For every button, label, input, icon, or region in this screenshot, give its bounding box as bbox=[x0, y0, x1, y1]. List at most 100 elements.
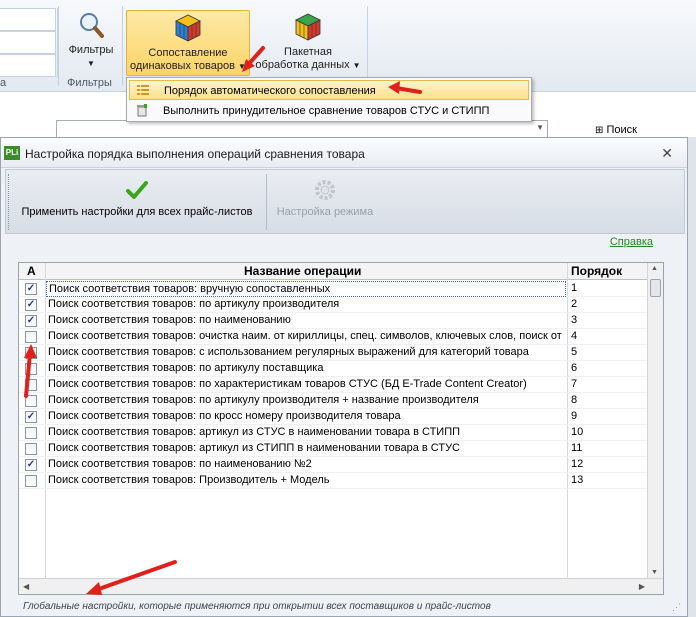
chevron-down-icon: ▼ bbox=[352, 61, 361, 70]
menu-item-force-compare[interactable]: Выполнить принудительное сравнение товар… bbox=[129, 101, 529, 121]
header-order[interactable]: Порядок bbox=[571, 264, 622, 278]
order-cell[interactable]: 13 bbox=[569, 473, 649, 488]
batch-button-label-line2: обработка данных bbox=[255, 59, 350, 71]
operation-name-cell[interactable]: Поиск соответствия товаров: артикул из С… bbox=[46, 425, 566, 441]
rubiks-cube-icon bbox=[175, 14, 201, 42]
dialog-titlebar[interactable]: PLi Настройка порядка выполнения операци… bbox=[1, 138, 687, 168]
resize-grip-icon[interactable]: ⋰ bbox=[672, 602, 681, 613]
header-operation-name[interactable]: Название операции bbox=[244, 264, 361, 278]
vertical-scrollbar[interactable]: ▲ ▼ bbox=[647, 263, 663, 578]
table-row[interactable]: ✓ Поиск соответствия товаров: по наименов… bbox=[19, 313, 649, 329]
mode-settings-button[interactable]: Настройка режима bbox=[270, 170, 380, 233]
operation-name-cell[interactable]: Поиск соответствия товаров: по артикулу … bbox=[46, 297, 566, 313]
order-cell[interactable]: 7 bbox=[569, 377, 649, 392]
table-row[interactable]: ✓ Поиск соответствия товаров: по кросс но… bbox=[19, 409, 649, 425]
scroll-right-icon[interactable]: ▶ bbox=[639, 582, 645, 591]
active-checkbox[interactable] bbox=[25, 379, 37, 391]
active-checkbox[interactable] bbox=[25, 427, 37, 439]
table-row[interactable]: Поиск соответствия товаров: очистка наим… bbox=[19, 329, 649, 345]
table-row[interactable]: Поиск соответствия товаров: по артикулу … bbox=[19, 361, 649, 377]
app-icon: PLi bbox=[4, 146, 20, 160]
binoculars-icon: ⊞ bbox=[595, 125, 604, 136]
operation-name-cell[interactable]: Поиск соответствия товаров: по характери… bbox=[46, 377, 566, 393]
order-cell[interactable]: 6 bbox=[569, 361, 649, 376]
table-row[interactable]: ✓ Поиск соответствия товаров: вручную соп… bbox=[19, 281, 649, 297]
order-cell[interactable]: 10 bbox=[569, 425, 649, 440]
background-combobox[interactable]: ▼ bbox=[56, 120, 548, 138]
operations-order-dialog: PLi Настройка порядка выполнения операци… bbox=[0, 137, 688, 617]
operation-name-cell[interactable]: Поиск соответствия товаров: вручную сопо… bbox=[46, 281, 566, 297]
active-checkbox[interactable] bbox=[25, 395, 37, 407]
active-checkbox[interactable] bbox=[25, 347, 37, 359]
table-row[interactable]: Поиск соответствия товаров: Производител… bbox=[19, 473, 649, 489]
active-checkbox[interactable]: ✓ bbox=[25, 411, 37, 423]
dialog-title: Настройка порядка выполнения операций ср… bbox=[25, 147, 365, 161]
table-row[interactable]: Поиск соответствия товаров: артикул из С… bbox=[19, 425, 649, 441]
header-active[interactable]: А bbox=[27, 264, 36, 278]
order-cell[interactable]: 9 bbox=[569, 409, 649, 424]
batch-processing-button[interactable]: Пакетная обработка данных ▼ bbox=[252, 10, 364, 76]
active-checkbox[interactable] bbox=[25, 331, 37, 343]
apply-all-pricelists-button[interactable]: Применить настройки для всех прайс-листо… bbox=[12, 170, 262, 233]
scroll-down-icon[interactable]: ▼ bbox=[651, 569, 658, 576]
table-row[interactable]: Поиск соответствия товаров: с использова… bbox=[19, 345, 649, 361]
operation-name-cell[interactable]: Поиск соответствия товаров: по артикулу … bbox=[46, 361, 566, 377]
order-cell[interactable]: 4 bbox=[569, 329, 649, 344]
operation-name-cell[interactable]: Поиск соответствия товаров: по кросс ном… bbox=[46, 409, 566, 425]
ribbon-left-group-label: а bbox=[0, 77, 7, 89]
help-link[interactable]: Справка bbox=[610, 236, 653, 248]
table-row[interactable]: Поиск соответствия товаров: артикул из С… bbox=[19, 441, 649, 457]
order-cell[interactable]: 12 bbox=[569, 457, 649, 472]
order-cell[interactable]: 1 bbox=[569, 281, 649, 296]
operations-grid: А Название операции Порядок ✓ Поиск соотв… bbox=[18, 262, 664, 595]
active-checkbox[interactable] bbox=[25, 443, 37, 455]
table-row[interactable]: ✓ Поиск соответствия товаров: по наименов… bbox=[19, 457, 649, 473]
order-cell[interactable]: 5 bbox=[569, 345, 649, 360]
table-row[interactable]: ✓ Поиск соответствия товаров: по артикулу… bbox=[19, 297, 649, 313]
match-identical-products-button[interactable]: Сопоставление одинаковых товаров ▼ bbox=[126, 10, 250, 76]
ordered-list-icon bbox=[137, 85, 149, 95]
operation-name-cell[interactable]: Поиск соответствия товаров: по наименова… bbox=[46, 313, 566, 329]
ribbon-field[interactable] bbox=[0, 54, 56, 77]
operation-name-cell[interactable]: Поиск соответствия товаров: по артикулу … bbox=[46, 393, 566, 409]
operation-name-cell[interactable]: Поиск соответствия товаров: артикул из С… bbox=[46, 441, 566, 457]
menu-item-auto-match-order[interactable]: Порядок автоматического сопоставления bbox=[129, 80, 529, 100]
active-checkbox[interactable]: ✓ bbox=[25, 459, 37, 471]
ribbon-field[interactable] bbox=[0, 8, 56, 31]
table-row[interactable]: Поиск соответствия товаров: по артикулу … bbox=[19, 393, 649, 409]
horizontal-scrollbar[interactable]: ◀ ▶ bbox=[19, 578, 663, 594]
active-checkbox[interactable]: ✓ bbox=[25, 299, 37, 311]
filters-group-label: Фильтры bbox=[67, 77, 112, 89]
scroll-left-icon[interactable]: ◀ bbox=[23, 582, 29, 591]
operation-name-cell[interactable]: Поиск соответствия товаров: с использова… bbox=[46, 345, 566, 361]
order-cell[interactable]: 8 bbox=[569, 393, 649, 408]
toolbar-grip[interactable] bbox=[8, 174, 10, 230]
filters-button[interactable]: Фильтры ▼ bbox=[64, 6, 118, 74]
active-checkbox[interactable] bbox=[25, 475, 37, 487]
order-cell[interactable]: 3 bbox=[569, 313, 649, 328]
grid-header: А Название операции Порядок bbox=[19, 263, 649, 280]
toolbar-separator bbox=[266, 174, 267, 230]
active-checkbox[interactable] bbox=[25, 363, 37, 375]
footer-note: Глобальные настройки, которые применяютс… bbox=[23, 601, 491, 612]
operation-name-cell[interactable]: Поиск соответствия товаров: Производител… bbox=[46, 473, 566, 489]
trash-icon bbox=[137, 104, 147, 117]
close-icon[interactable]: ✕ bbox=[661, 145, 673, 162]
table-row[interactable]: Поиск соответствия товаров: по характери… bbox=[19, 377, 649, 393]
active-checkbox[interactable]: ✓ bbox=[25, 315, 37, 327]
order-cell[interactable]: 2 bbox=[569, 297, 649, 312]
ribbon-left-group bbox=[0, 8, 58, 78]
scroll-up-icon[interactable]: ▲ bbox=[651, 265, 658, 272]
chevron-down-icon: ▼ bbox=[87, 59, 95, 68]
ribbon-separator bbox=[122, 6, 123, 86]
gear-icon bbox=[315, 180, 335, 200]
checkmark-icon bbox=[126, 181, 148, 199]
operation-name-cell[interactable]: Поиск соответствия товаров: по наименова… bbox=[46, 457, 566, 473]
menu-item-label: Выполнить принудительное сравнение товар… bbox=[163, 105, 490, 117]
scroll-thumb[interactable] bbox=[650, 279, 661, 297]
ribbon-field[interactable] bbox=[0, 31, 56, 54]
active-checkbox[interactable]: ✓ bbox=[25, 283, 37, 295]
order-cell[interactable]: 11 bbox=[569, 441, 649, 456]
background-search-label[interactable]: ⊞ Поиск bbox=[595, 124, 637, 136]
operation-name-cell[interactable]: Поиск соответствия товаров: очистка наим… bbox=[46, 329, 566, 345]
